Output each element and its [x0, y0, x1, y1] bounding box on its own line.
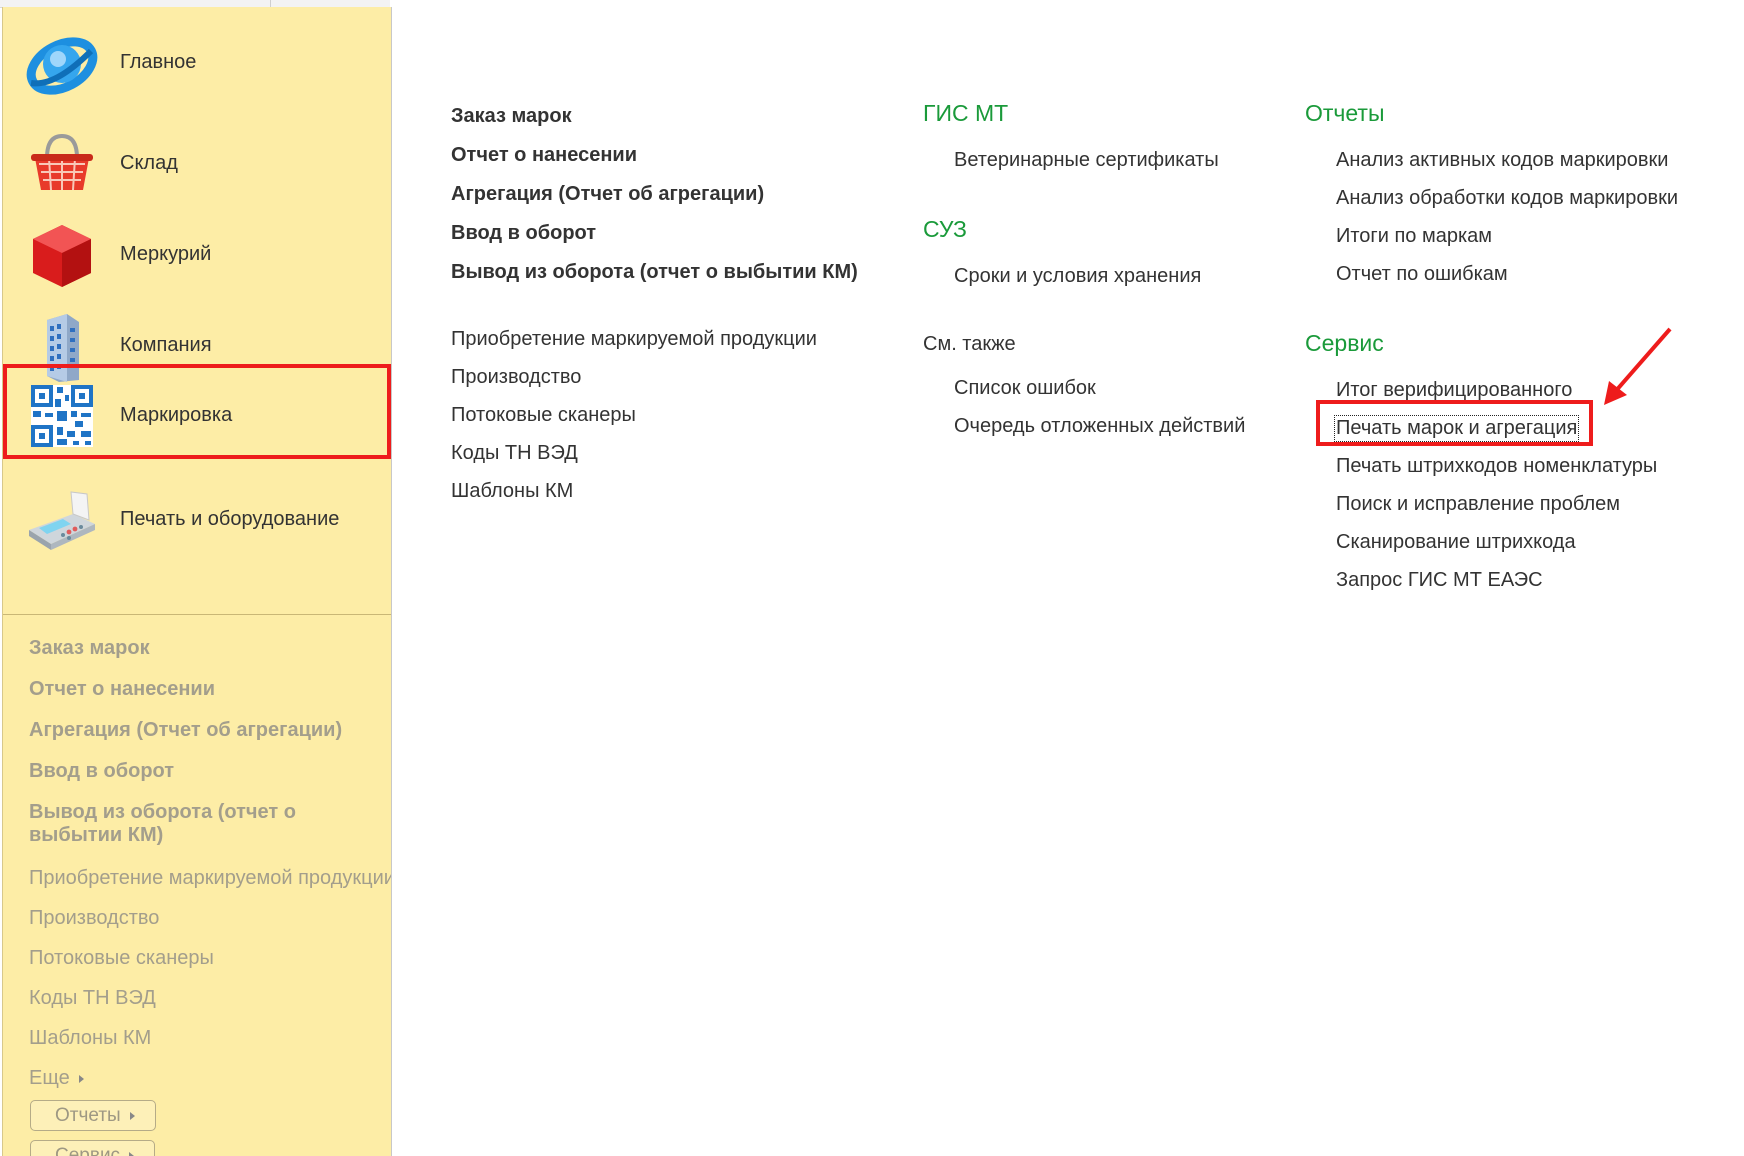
cmd-order-marks[interactable]: Заказ марок [451, 105, 572, 128]
cmd-storage-terms[interactable]: Сроки и условия хранения [954, 265, 1201, 288]
cmd-scanners[interactable]: Потоковые сканеры [451, 404, 636, 427]
cmd-marks-totals[interactable]: Итоги по маркам [1336, 225, 1492, 248]
section-label: Компания [120, 334, 212, 356]
section-warehouse[interactable]: Склад [3, 114, 391, 215]
cmd-production[interactable]: Производство [451, 366, 581, 389]
chevron-right-icon [78, 1074, 84, 1083]
section-label: Печать и оборудование [120, 508, 340, 530]
sidebar-link-order-marks[interactable]: Заказ марок [29, 637, 150, 660]
chevron-right-icon [129, 1151, 135, 1156]
reports-label: Отчеты [55, 1105, 121, 1126]
sidebar-link-tn-ved[interactable]: Коды ТН ВЭД [29, 987, 156, 1010]
cmd-deferred-queue[interactable]: Очередь отложенных действий [954, 415, 1245, 438]
cmd-codes-processing-analysis[interactable]: Анализ обработки кодов маркировки [1336, 187, 1678, 210]
section-marking[interactable]: Маркировка [3, 364, 391, 459]
more-label: Еще [29, 1067, 70, 1089]
sidebar-reports-button[interactable]: Отчеты [30, 1100, 156, 1131]
sidebar-divider [3, 614, 391, 615]
cmd-put-into-circulation[interactable]: Ввод в оборот [451, 222, 596, 245]
service-label: Сервис [55, 1145, 121, 1156]
sidebar-link-put-into-circulation[interactable]: Ввод в оборот [29, 760, 174, 783]
cmd-error-list[interactable]: Список ошибок [954, 377, 1096, 400]
section-main[interactable]: Главное [3, 13, 391, 114]
cmd-withdrawal[interactable]: Вывод из оборота (отчет о выбытии КМ) [451, 261, 858, 284]
cmd-vet-certificates[interactable]: Ветеринарные сертификаты [954, 149, 1219, 172]
cmd-active-codes-analysis[interactable]: Анализ активных кодов маркировки [1336, 149, 1668, 172]
sidebar-link-scanners[interactable]: Потоковые сканеры [29, 947, 214, 970]
sections-panel: Главное Склад Меркурий Компания Маркиров… [2, 7, 392, 1156]
see-also-label: См. также [923, 333, 1016, 355]
section-label: Склад [120, 152, 178, 174]
chevron-right-icon [129, 1111, 135, 1120]
sidebar-link-withdrawal[interactable]: Вывод из оборота (отчет о [29, 801, 296, 824]
globe-icon [25, 27, 99, 101]
section-label: Главное [120, 51, 197, 73]
sidebar-link-aggregation[interactable]: Агрегация (Отчет об агрегации) [29, 719, 342, 742]
cmd-scan-barcode[interactable]: Сканирование штрихкода [1336, 531, 1576, 554]
group-header-reports: Отчеты [1305, 100, 1385, 126]
qr-code-icon [25, 379, 99, 453]
sidebar-link-production[interactable]: Производство [29, 907, 159, 930]
cmd-errors-report[interactable]: Отчет по ошибкам [1336, 263, 1508, 286]
cmd-purchase[interactable]: Приобретение маркируемой продукции [451, 328, 817, 351]
pos-terminal-icon [25, 484, 99, 558]
group-header-gis-mt: ГИС МТ [923, 100, 1009, 126]
cmd-application-report[interactable]: Отчет о нанесении [451, 144, 637, 167]
group-header-service: Сервис [1305, 330, 1384, 356]
group-header-suz: СУЗ [923, 216, 967, 242]
top-strip-divider [270, 0, 271, 7]
cmd-tn-ved[interactable]: Коды ТН ВЭД [451, 442, 578, 465]
sidebar-link-purchase[interactable]: Приобретение маркируемой продукции [29, 867, 391, 890]
section-label: Меркурий [120, 243, 212, 265]
basket-icon [25, 128, 99, 202]
highlight-box [1316, 400, 1593, 446]
sidebar-link-application-report[interactable]: Отчет о нанесении [29, 678, 215, 701]
sidebar-link-km-templates[interactable]: Шаблоны КМ [29, 1027, 151, 1050]
sidebar-service-button[interactable]: Сервис [30, 1140, 156, 1156]
cmd-verified-total[interactable]: Итог верифицированного [1336, 379, 1572, 402]
red-cube-icon [25, 219, 99, 293]
cmd-km-templates[interactable]: Шаблоны КМ [451, 480, 573, 503]
sidebar-link-withdrawal-line2[interactable]: выбытии КМ) [29, 824, 163, 847]
section-mercury[interactable]: Меркурий [3, 205, 391, 306]
annotation-arrow-icon [1604, 327, 1672, 405]
cmd-find-fix-problems[interactable]: Поиск и исправление проблем [1336, 493, 1620, 516]
sidebar-more-link[interactable]: Еще [29, 1067, 84, 1090]
section-print-equipment[interactable]: Печать и оборудование [3, 470, 391, 571]
cmd-print-item-barcodes[interactable]: Печать штрихкодов номенклатуры [1336, 455, 1657, 478]
section-label: Маркировка [120, 404, 233, 426]
cmd-aggregation[interactable]: Агрегация (Отчет об агрегации) [451, 183, 764, 206]
cmd-gis-mt-eaeu-request[interactable]: Запрос ГИС МТ ЕАЭС [1336, 569, 1543, 592]
